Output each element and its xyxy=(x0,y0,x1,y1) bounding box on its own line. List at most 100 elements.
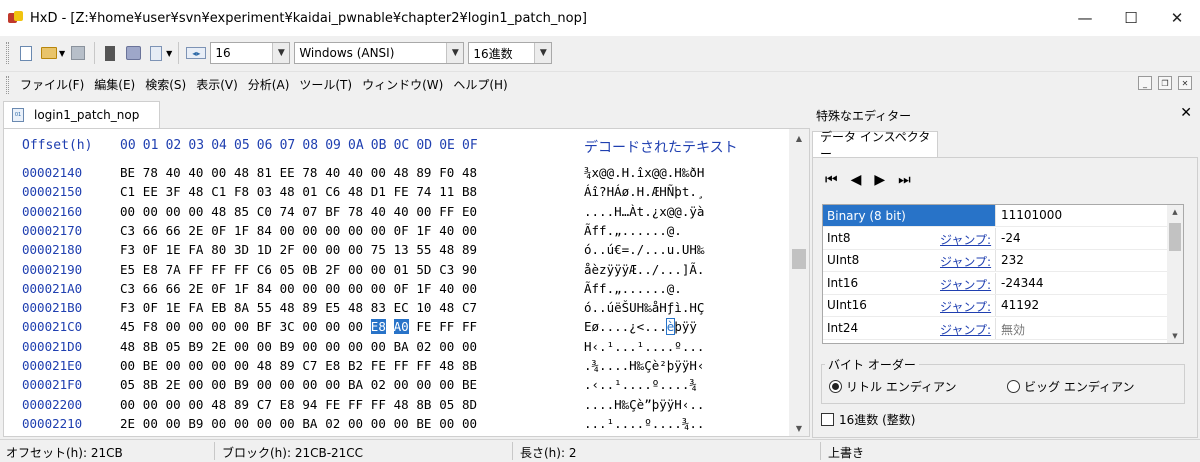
hex-byte[interactable]: 00 xyxy=(257,377,272,392)
hex-byte[interactable]: 00 xyxy=(371,339,386,354)
hex-byte[interactable]: E8 xyxy=(143,262,158,277)
hex-byte[interactable]: 00 xyxy=(439,416,454,431)
hex-byte[interactable]: 00 xyxy=(416,204,431,219)
toolbar-grip[interactable] xyxy=(6,42,9,64)
hex-byte[interactable]: 78 xyxy=(302,165,317,180)
scroll-up-icon[interactable]: ▲ xyxy=(1167,205,1183,219)
hex-byte[interactable]: B8 xyxy=(462,184,477,199)
bytes-per-row-select[interactable]: 16 ▼ xyxy=(210,42,291,64)
decoded-text[interactable]: Áî?HÁø.H.ÆHÑþt.¸ xyxy=(584,184,704,199)
hex-byte[interactable]: 1F xyxy=(234,223,249,238)
hex-byte[interactable]: 00 xyxy=(371,262,386,277)
menu-analysis[interactable]: 分析(A) xyxy=(243,76,295,93)
hex-byte[interactable]: 8B xyxy=(416,397,431,412)
hex-byte[interactable]: 00 xyxy=(143,397,158,412)
inspector-scroll-thumb[interactable] xyxy=(1169,223,1181,251)
hex-byte[interactable]: 13 xyxy=(394,242,409,257)
hex-byte[interactable]: 00 xyxy=(280,377,295,392)
hex-byte[interactable]: FF xyxy=(371,397,386,412)
hex-byte[interactable]: E5 xyxy=(325,300,340,315)
hex-byte[interactable]: 00 xyxy=(325,339,340,354)
inspector-value[interactable]: -24344 xyxy=(1001,276,1044,290)
inspector-row[interactable]: Int16 ジャンプ: -24344 xyxy=(823,272,1168,295)
hex-byte[interactable]: 84 xyxy=(257,223,272,238)
hex-byte[interactable]: 00 xyxy=(120,358,135,373)
hex-byte[interactable]: C1 xyxy=(211,184,226,199)
hex-byte[interactable]: FF xyxy=(211,262,226,277)
maximize-button[interactable]: ☐ xyxy=(1108,0,1154,36)
save-button[interactable] xyxy=(67,42,89,64)
close-button[interactable]: ✕ xyxy=(1154,0,1200,36)
hex-byte[interactable]: 48 xyxy=(211,397,226,412)
hex-byte[interactable]: 48 xyxy=(348,184,363,199)
hex-byte[interactable]: 48 xyxy=(280,184,295,199)
hex-byte[interactable]: 5D xyxy=(416,262,431,277)
hex-byte[interactable]: FF xyxy=(188,262,203,277)
hex-byte[interactable]: FF xyxy=(394,358,409,373)
hex-byte[interactable]: 00 xyxy=(166,204,181,219)
hex-byte[interactable]: 2F xyxy=(280,242,295,257)
decoded-text[interactable]: Ãff.„......@. xyxy=(584,223,682,238)
hex-byte[interactable]: 2F xyxy=(325,262,340,277)
hex-byte[interactable]: F0 xyxy=(439,165,454,180)
hex-byte[interactable]: B9 xyxy=(188,416,203,431)
jump-link[interactable]: ジャンプ: xyxy=(940,231,991,248)
hex-byte[interactable]: 05 xyxy=(439,397,454,412)
hex-byte[interactable]: 40 xyxy=(348,165,363,180)
hex-byte[interactable]: 00 xyxy=(302,223,317,238)
hex-byte[interactable]: 00 xyxy=(325,242,340,257)
hex-byte[interactable]: 48 xyxy=(394,165,409,180)
menu-help[interactable]: ヘルプ(H) xyxy=(448,76,512,93)
hex-byte[interactable]: 00 xyxy=(280,416,295,431)
hex-byte[interactable]: 00 xyxy=(166,416,181,431)
hex-byte[interactable]: 10 xyxy=(416,300,431,315)
hex-byte[interactable]: 1F xyxy=(416,223,431,238)
first-icon[interactable]: ⏮ xyxy=(825,172,838,188)
hex-byte[interactable]: 74 xyxy=(280,204,295,219)
open-dropdown-icon[interactable]: ▼ xyxy=(59,49,65,58)
decoded-text[interactable]: ó..úëŠUH‰åHƒì.HÇ xyxy=(584,300,704,315)
hex-byte[interactable]: 66 xyxy=(166,281,181,296)
hex-byte[interactable]: 00 xyxy=(302,242,317,257)
hex-byte[interactable]: EE xyxy=(280,165,295,180)
hex-byte[interactable]: 89 xyxy=(462,242,477,257)
next-icon[interactable]: ▶ xyxy=(874,172,885,188)
menu-edit[interactable]: 編集(E) xyxy=(89,76,140,93)
hex-byte[interactable]: FF xyxy=(439,204,454,219)
hex-byte[interactable]: FE xyxy=(325,397,340,412)
hex-byte[interactable]: 40 xyxy=(439,281,454,296)
tab-login1-patch-nop[interactable]: 01 login1_patch_nop xyxy=(3,101,160,128)
hex-byte[interactable]: 40 xyxy=(394,204,409,219)
hex-byte[interactable]: E8 xyxy=(325,358,340,373)
decoded-text[interactable]: ...¹....º....¾.. xyxy=(584,416,704,431)
hex-byte[interactable]: 2E xyxy=(188,223,203,238)
hex-byte[interactable]: 00 xyxy=(234,339,249,354)
hex-byte[interactable]: 8D xyxy=(462,397,477,412)
hex-byte[interactable]: FF xyxy=(348,397,363,412)
hex-byte[interactable]: E8 xyxy=(370,319,386,335)
hex-byte[interactable]: BA xyxy=(302,416,317,431)
new-file-button[interactable] xyxy=(15,42,37,64)
hex-byte[interactable]: 02 xyxy=(371,377,386,392)
hex-byte[interactable]: EB xyxy=(211,300,226,315)
hex-byte[interactable]: 66 xyxy=(166,223,181,238)
jump-link[interactable]: ジャンプ: xyxy=(940,321,991,338)
hex-byte[interactable]: 1D xyxy=(257,242,272,257)
hex-byte[interactable]: 48 xyxy=(120,339,135,354)
hex-byte[interactable]: 0F xyxy=(143,300,158,315)
chevron-down-icon[interactable]: ▼ xyxy=(446,43,464,63)
hex-byte[interactable]: BA xyxy=(394,339,409,354)
file-tools-dropdown-icon[interactable]: ▼ xyxy=(166,49,172,58)
hex-byte[interactable]: BE xyxy=(120,165,135,180)
hex-byte[interactable]: E8 xyxy=(280,397,295,412)
mdi-restore-button[interactable]: ❐ xyxy=(1158,76,1172,90)
hex-byte[interactable]: 00 xyxy=(302,339,317,354)
hex-byte[interactable]: FE xyxy=(416,319,431,334)
hex-byte[interactable]: BF xyxy=(257,319,272,334)
hex-byte[interactable]: 1F xyxy=(234,281,249,296)
hex-byte[interactable]: C7 xyxy=(302,358,317,373)
hex-byte[interactable]: FF xyxy=(439,319,454,334)
hex-byte[interactable]: 00 xyxy=(234,319,249,334)
hex-byte[interactable]: 00 xyxy=(280,281,295,296)
hex-byte[interactable]: 66 xyxy=(143,281,158,296)
